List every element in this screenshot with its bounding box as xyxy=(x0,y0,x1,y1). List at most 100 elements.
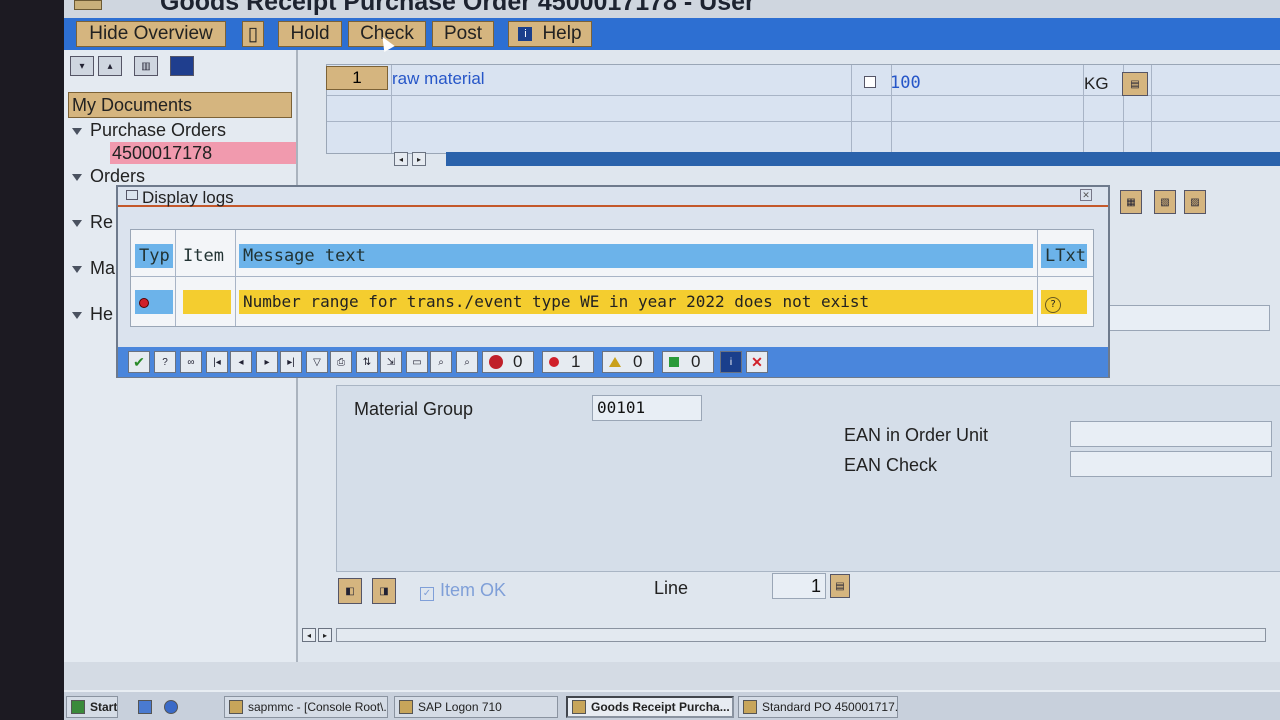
window-title: Goods Receipt Purchase Order 4500017178 … xyxy=(160,0,755,16)
delete-icon[interactable]: ▥ xyxy=(134,56,158,76)
collapse-all-icon[interactable]: ▴ xyxy=(98,56,122,76)
material-group-field[interactable]: 00101 xyxy=(592,395,702,421)
scroll-right-bottom-icon[interactable]: ▸ xyxy=(318,628,332,642)
warning-icon xyxy=(609,357,621,367)
next-item-icon[interactable]: ◨ xyxy=(372,578,396,604)
filter-icon[interactable]: ▽ xyxy=(306,351,328,373)
column-header-ltxt[interactable]: LTxt xyxy=(1041,244,1087,268)
taskbar-item-sapmmc[interactable]: sapmmc - [Console Root\... xyxy=(224,696,388,718)
windows-logo-icon xyxy=(71,700,85,714)
item-checkbox[interactable] xyxy=(864,76,876,88)
success-count: 0 xyxy=(691,352,701,371)
held-data-node[interactable]: He xyxy=(72,304,113,325)
detail-toggle-icon[interactable]: ▦ xyxy=(1120,190,1142,214)
reservations-label: Re xyxy=(90,212,114,232)
ean-order-unit-field[interactable] xyxy=(1070,421,1272,447)
next-page-icon[interactable]: ▸ xyxy=(256,351,278,373)
detail-field-top[interactable] xyxy=(1084,305,1270,331)
horizontal-scrollbar[interactable] xyxy=(446,152,1280,166)
ean-check-label: EAN Check xyxy=(844,455,938,475)
sap-menu-icon[interactable] xyxy=(74,0,102,10)
selected-purchase-order[interactable]: 4500017178 xyxy=(110,142,296,164)
log-row-message[interactable]: Number range for trans./event type WE in… xyxy=(239,290,1033,314)
longtext-help-icon: ? xyxy=(1045,297,1061,313)
hold-button[interactable]: Hold xyxy=(278,21,342,47)
line-label: Line xyxy=(654,578,689,598)
my-documents-node[interactable]: My Documents xyxy=(68,92,292,118)
continue-check-icon[interactable]: ✔ xyxy=(128,351,150,373)
taskbar-item-label: Goods Receipt Purcha... xyxy=(591,700,730,714)
material-documents-node[interactable]: Ma xyxy=(72,258,115,279)
bottom-horizontal-scrollbar[interactable] xyxy=(336,628,1266,642)
detail-prev-icon[interactable]: ▧ xyxy=(1154,190,1176,214)
help-button[interactable]: i Help xyxy=(508,21,592,47)
chevron-down-icon xyxy=(72,311,82,319)
column-header-typ[interactable]: Typ xyxy=(135,244,173,268)
value-help-icon[interactable]: ▤ xyxy=(1122,72,1148,96)
column-header-message[interactable]: Message text xyxy=(239,244,1033,268)
previous-page-icon[interactable]: ◂ xyxy=(230,351,252,373)
sort-icon[interactable]: ⇅ xyxy=(356,351,378,373)
windows-taskbar: Start sapmmc - [Console Root\... SAP Log… xyxy=(64,690,1280,720)
find-next-icon[interactable]: ⌕ xyxy=(456,351,478,373)
document-view-icon[interactable]: ▭ xyxy=(406,351,428,373)
export-icon[interactable]: ⇲ xyxy=(380,351,402,373)
taskbar-item-label: Standard PO 450001717... xyxy=(762,700,898,714)
warning-count-button[interactable]: 0 xyxy=(602,351,654,373)
document-icon: ▯ xyxy=(247,23,259,45)
stop-icon xyxy=(489,355,503,369)
orders-label: Orders xyxy=(90,166,146,186)
start-button[interactable]: Start xyxy=(66,696,118,718)
cancel-x-icon[interactable]: ✕ xyxy=(746,351,768,373)
column-header-item[interactable]: Item xyxy=(179,244,231,268)
line-value-help-icon[interactable]: ▤ xyxy=(830,574,850,598)
error-count: 1 xyxy=(571,352,581,371)
document-button[interactable]: ▯ xyxy=(242,21,264,47)
close-icon[interactable]: ✕ xyxy=(1080,189,1092,201)
window-icon xyxy=(126,190,138,200)
last-page-icon[interactable]: ▸| xyxy=(280,351,302,373)
dialog-toolbar: ✔ ? ∞ |◂ ◂ ▸ ▸| ▽ ⎙ ⇅ ⇲ ▭ ⌕ ⌕ 0 1 0 0 i … xyxy=(118,347,1108,377)
item-ok-checkbox[interactable]: ✓ Item OK xyxy=(420,580,506,601)
help-circle-icon[interactable]: ? xyxy=(154,351,176,373)
scroll-left-bottom-icon[interactable]: ◂ xyxy=(302,628,316,642)
hide-overview-button[interactable]: Hide Overview xyxy=(76,21,226,47)
line-number-field[interactable]: 1 xyxy=(772,573,826,599)
reservations-node[interactable]: Re xyxy=(72,212,113,233)
browser-quicklaunch-icon[interactable] xyxy=(160,696,182,718)
taskbar-item-goods-receipt[interactable]: Goods Receipt Purcha... xyxy=(566,696,734,718)
find-icon[interactable]: ⌕ xyxy=(430,351,452,373)
show-desktop-icon[interactable] xyxy=(134,696,156,718)
success-count-button[interactable]: 0 xyxy=(662,351,714,373)
ean-check-field[interactable] xyxy=(1070,451,1272,477)
orders-node[interactable]: Orders xyxy=(72,166,145,187)
item-quantity[interactable]: 100 xyxy=(890,73,921,93)
scroll-right-icon[interactable]: ▸ xyxy=(412,152,426,166)
first-page-icon[interactable]: |◂ xyxy=(206,351,228,373)
item-line-number[interactable]: 1 xyxy=(326,66,388,90)
taskbar-item-standard-po[interactable]: Standard PO 450001717... xyxy=(738,696,898,718)
detail-next-icon[interactable]: ▨ xyxy=(1184,190,1206,214)
application-toolbar: Hide Overview ▯ Hold Check Post i Help xyxy=(64,18,1280,50)
link-icon[interactable]: ∞ xyxy=(180,351,202,373)
previous-item-icon[interactable]: ◧ xyxy=(338,578,362,604)
error-count-button[interactable]: 1 xyxy=(542,351,594,373)
expand-all-icon[interactable]: ▾ xyxy=(70,56,94,76)
taskbar-item-label: SAP Logon 710 xyxy=(418,700,502,714)
purchase-orders-node[interactable]: Purchase Orders xyxy=(72,120,226,141)
print-icon[interactable]: ⎙ xyxy=(330,351,352,373)
log-table: Typ Item Message text LTxt Number range … xyxy=(130,229,1094,327)
stop-count-button[interactable]: 0 xyxy=(482,351,534,373)
sap-gui-window: Goods Receipt Purchase Order 4500017178 … xyxy=(64,0,1280,720)
scroll-left-icon[interactable]: ◂ xyxy=(394,152,408,166)
sap-window-icon xyxy=(572,700,586,714)
log-row-type[interactable] xyxy=(135,290,173,314)
log-row-longtext[interactable]: ? xyxy=(1041,290,1087,314)
information-icon[interactable]: i xyxy=(720,351,742,373)
item-material-text[interactable]: raw material xyxy=(392,69,485,89)
post-button[interactable]: Post xyxy=(432,21,494,47)
chevron-down-icon xyxy=(72,219,82,227)
log-row-item[interactable] xyxy=(183,290,231,314)
layout-icon[interactable] xyxy=(170,56,194,76)
taskbar-item-sap-logon[interactable]: SAP Logon 710 xyxy=(394,696,558,718)
